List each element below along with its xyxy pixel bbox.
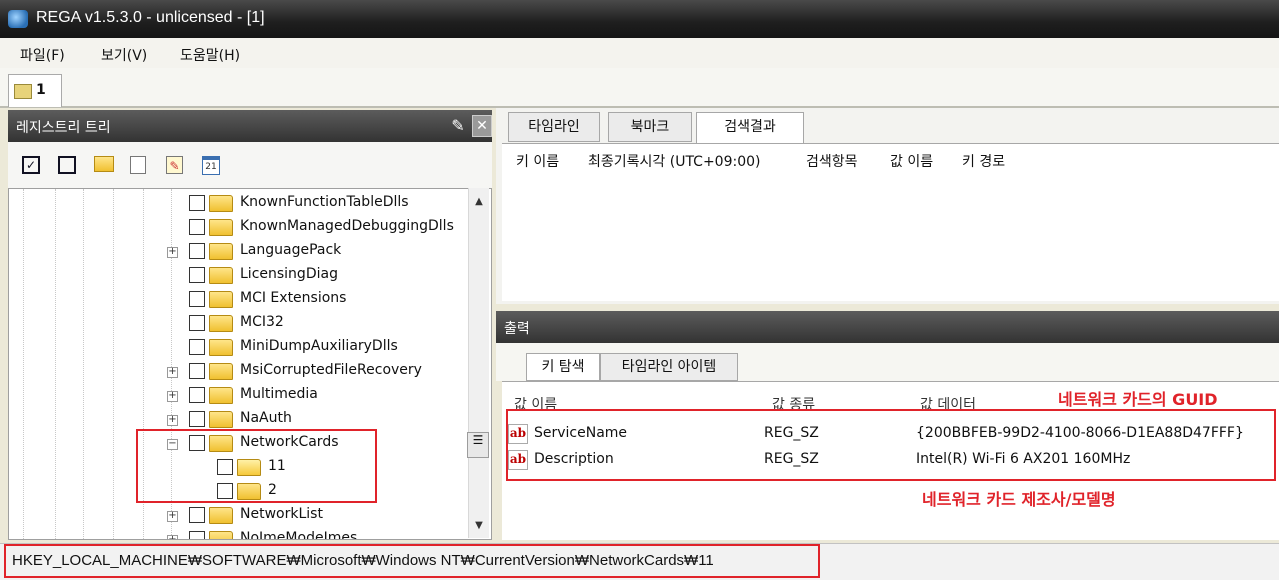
tree-node-label: NoImeModeImes <box>240 530 358 540</box>
tree-node-label: Multimedia <box>240 386 318 402</box>
tree-node-label: NetworkList <box>240 506 323 522</box>
search-panel: 타임라인 북마크 검색결과 키 이름 최종기록시각 (UTC+09:00) 검색… <box>496 108 1279 304</box>
search-columns: 키 이름 최종기록시각 (UTC+09:00) 검색항목 값 이름 키 경로 <box>502 143 1279 174</box>
tab-key-explore[interactable]: 키 탐색 <box>526 353 600 381</box>
search-results-list <box>502 173 1279 301</box>
tab-search-results[interactable]: 검색결과 <box>696 112 804 144</box>
tree-node-label: MsiCorruptedFileRecovery <box>240 362 422 378</box>
close-icon[interactable]: ✕ <box>472 115 492 137</box>
tab-timeline-items[interactable]: 타임라인 아이템 <box>600 353 738 381</box>
pin-icon[interactable]: ✎ <box>447 116 469 136</box>
expand-icon[interactable]: + <box>167 415 178 426</box>
expand-icon[interactable]: + <box>167 391 178 402</box>
tree-checkbox[interactable] <box>189 315 205 331</box>
tree-checkbox[interactable] <box>189 363 205 379</box>
app-icon <box>8 10 28 28</box>
tree-guide <box>113 189 114 539</box>
folder-icon <box>209 531 233 539</box>
col-key-name[interactable]: 키 이름 <box>516 151 559 171</box>
tree-guide <box>23 189 24 539</box>
folder-icon <box>209 267 233 284</box>
calendar-icon[interactable]: 21 <box>202 156 220 175</box>
menu-file[interactable]: 파일(F) <box>20 45 65 65</box>
folder-icon <box>209 315 233 332</box>
col-value-name[interactable]: 값 이름 <box>890 151 933 171</box>
registry-tree-title: 레지스트리 트리 <box>16 120 111 136</box>
tree-scrollbar[interactable]: ▲ ▼ <box>468 188 489 538</box>
menu-help[interactable]: 도움말(H) <box>180 45 240 65</box>
expand-icon[interactable]: + <box>167 247 178 258</box>
col-key-path[interactable]: 키 경로 <box>962 151 1005 171</box>
folder-icon <box>209 339 233 356</box>
tree-guide <box>55 189 56 539</box>
status-bar: HKEY_LOCAL_MACHINE₩SOFTWARE₩Microsoft₩Wi… <box>0 543 1279 580</box>
scroll-thumb[interactable]: ☰ <box>467 432 489 458</box>
edit-note-icon[interactable]: ✎ <box>166 156 183 174</box>
expand-icon[interactable]: + <box>167 511 178 522</box>
tree-node-label: LanguagePack <box>240 242 342 258</box>
tree-node-label: MiniDumpAuxiliaryDlls <box>240 338 398 354</box>
tree-checkbox[interactable] <box>189 291 205 307</box>
uncheck-all-icon[interactable] <box>58 156 76 174</box>
tree-node-label: LicensingDiag <box>240 266 338 282</box>
folder-icon <box>209 195 233 212</box>
annotation-model: 네트워크 카드 제조사/모델명 <box>922 490 1116 509</box>
tree-node-label: NaAuth <box>240 410 292 426</box>
folder-icon <box>209 387 233 404</box>
tree-checkbox[interactable] <box>189 507 205 523</box>
registry-toolbar: ✓ ✎ 21 <box>8 142 492 188</box>
folder-icon <box>209 243 233 260</box>
expand-icon[interactable]: + <box>167 367 178 378</box>
folder-icon <box>209 291 233 308</box>
tab-bookmarks[interactable]: 북마크 <box>608 112 692 142</box>
scroll-down-icon[interactable]: ▼ <box>469 516 489 536</box>
output-tabs: 키 탐색 타임라인 아이템 <box>496 343 1279 381</box>
tree-node-label: MCI Extensions <box>240 290 347 306</box>
menu-view[interactable]: 보기(V) <box>101 45 147 65</box>
output-title: 출력 <box>504 321 530 337</box>
tree-checkbox[interactable] <box>189 243 205 259</box>
tree-checkbox[interactable] <box>189 195 205 211</box>
tree-checkbox[interactable] <box>189 219 205 235</box>
tree-checkbox[interactable] <box>189 339 205 355</box>
tree-checkbox[interactable] <box>189 387 205 403</box>
tab-timeline[interactable]: 타임라인 <box>508 112 600 142</box>
highlight-box-networkcards <box>136 429 377 503</box>
folder-icon <box>209 507 233 524</box>
folder-icon <box>209 411 233 428</box>
tree-node-label: KnownFunctionTableDlls <box>240 194 409 210</box>
folder-icon <box>209 219 233 236</box>
col-last-written[interactable]: 최종기록시각 (UTC+09:00) <box>588 151 760 171</box>
window-title: REGA v1.5.3.0 - unlicensed - [1] <box>36 9 265 26</box>
tree-checkbox[interactable] <box>189 267 205 283</box>
highlight-box-path <box>4 544 820 578</box>
document-tab-label: 1 <box>36 82 46 98</box>
tree-node-label: MCI32 <box>240 314 284 330</box>
expand-icon[interactable]: + <box>167 535 178 539</box>
annotation-guid: 네트워크 카드의 GUID <box>1058 390 1218 409</box>
folder-icon <box>209 363 233 380</box>
copy-icon[interactable] <box>130 156 146 174</box>
registry-tree-header: 레지스트리 트리 ✎ ✕ <box>8 110 492 142</box>
check-all-icon[interactable]: ✓ <box>22 156 40 174</box>
tree-guide <box>83 189 84 539</box>
scroll-up-icon[interactable]: ▲ <box>469 192 489 212</box>
highlight-box-values <box>506 409 1276 481</box>
output-header: 출력 <box>496 311 1279 343</box>
col-search-item[interactable]: 검색항목 <box>806 151 858 171</box>
registry-tree: KnownFunctionTableDlls KnownManagedDebug… <box>8 188 492 540</box>
tree-node-label: KnownManagedDebuggingDlls <box>240 218 454 234</box>
title-bar: REGA v1.5.3.0 - unlicensed - [1] <box>0 0 1279 38</box>
output-values-table: 값 이름 값 종류 값 데이터 ab ServiceName REG_SZ {2… <box>502 381 1279 540</box>
menu-bar: 파일(F) 보기(V) 도움말(H) <box>0 38 1279 69</box>
folder-export-icon[interactable] <box>94 156 114 172</box>
document-tab-1[interactable]: 1 <box>8 74 62 107</box>
tree-checkbox[interactable] <box>189 411 205 427</box>
document-tabs: 1 <box>0 68 1279 108</box>
search-doc-icon <box>14 84 32 99</box>
tree-checkbox[interactable] <box>189 531 205 539</box>
